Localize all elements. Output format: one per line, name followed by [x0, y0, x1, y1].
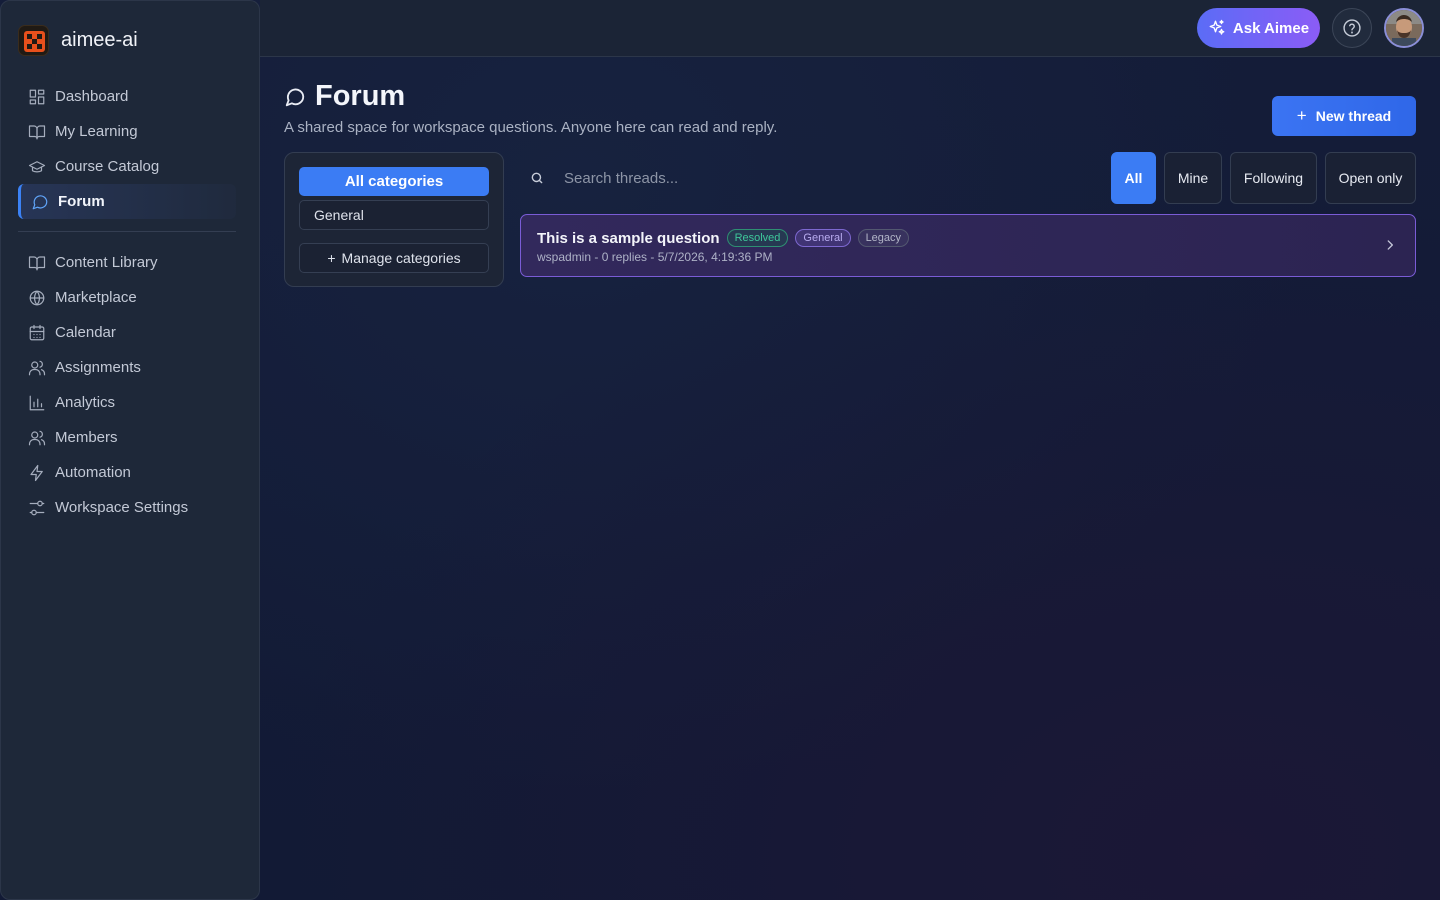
thread-meta: wspadmin - 0 replies - 5/7/2026, 4:19:36…: [537, 250, 773, 264]
thread-title: This is a sample question: [537, 229, 720, 247]
sidebar-item-label: Content Library: [55, 254, 158, 271]
book-open-icon: [28, 124, 46, 139]
sidebar-item-analytics[interactable]: Analytics: [18, 385, 236, 420]
sidebar-item-label: Members: [55, 429, 118, 446]
graduation-cap-icon: [28, 160, 46, 172]
topbar: Ask Aimee: [260, 0, 1440, 57]
manage-categories-button[interactable]: + Manage categories: [299, 243, 489, 273]
filter-open-only[interactable]: Open only: [1325, 152, 1416, 204]
sidebar-item-calendar[interactable]: Calendar: [18, 315, 236, 350]
sidebar-item-marketplace[interactable]: Marketplace: [18, 280, 236, 315]
plus-icon: +: [327, 250, 336, 266]
sidebar-item-label: Course Catalog: [55, 158, 160, 175]
book-open-icon: [28, 255, 46, 270]
dashboard-icon: [29, 89, 45, 104]
help-button[interactable]: [1332, 8, 1372, 48]
calendar-icon: [29, 324, 45, 340]
users-icon: [28, 360, 46, 375]
message-circle-icon: [285, 88, 305, 106]
category-all-button[interactable]: All categories: [299, 167, 489, 196]
sidebar-item-content-library[interactable]: Content Library: [18, 245, 236, 280]
plus-icon: +: [1296, 106, 1307, 125]
sidebar-item-forum[interactable]: Forum: [18, 184, 236, 219]
primary-nav: Dashboard My Learning Course Catalog For…: [18, 79, 236, 219]
search-icon: [531, 172, 543, 184]
page-subtitle: A shared space for workspace questions. …: [284, 119, 778, 136]
bar-chart-icon: [29, 395, 45, 410]
sparkles-icon: [1209, 19, 1225, 35]
category-badge: General: [795, 229, 851, 247]
sidebar-item-label: My Learning: [55, 123, 138, 140]
sidebar-item-label: Dashboard: [55, 88, 129, 105]
users-icon: [28, 430, 46, 445]
sidebar-item-course-catalog[interactable]: Course Catalog: [18, 149, 236, 184]
sidebar-divider: [18, 231, 236, 232]
sidebar: aimee-ai Dashboard My Learning Course Ca…: [0, 0, 260, 900]
sidebar-item-label: Forum: [58, 193, 105, 210]
sidebar-item-members[interactable]: Members: [18, 420, 236, 455]
sliders-icon: [29, 500, 45, 515]
new-thread-button[interactable]: + New thread: [1272, 96, 1416, 136]
sidebar-item-label: Marketplace: [55, 289, 137, 306]
filter-mine[interactable]: Mine: [1164, 152, 1222, 204]
filter-all[interactable]: All: [1111, 152, 1156, 204]
page-title-text: Forum: [315, 80, 406, 112]
message-circle-icon: [32, 194, 48, 209]
new-thread-label: New thread: [1315, 108, 1392, 124]
manage-categories-label: Manage categories: [341, 250, 461, 266]
sidebar-item-dashboard[interactable]: Dashboard: [18, 79, 236, 114]
sidebar-item-assignments[interactable]: Assignments: [18, 350, 236, 385]
ask-aimee-label: Ask Aimee: [1232, 19, 1310, 37]
search-input[interactable]: [520, 160, 1100, 196]
sidebar-item-automation[interactable]: Automation: [18, 455, 236, 490]
category-general-button[interactable]: General: [299, 200, 489, 230]
chevron-right-icon: [1387, 240, 1393, 250]
filter-following[interactable]: Following: [1230, 152, 1317, 204]
brand[interactable]: aimee-ai: [18, 25, 138, 56]
zap-icon: [30, 464, 43, 481]
sidebar-item-label: Analytics: [55, 394, 116, 411]
ask-aimee-button[interactable]: Ask Aimee: [1197, 8, 1320, 48]
legacy-badge: Legacy: [857, 229, 910, 247]
user-avatar[interactable]: [1384, 8, 1424, 48]
sidebar-item-label: Workspace Settings: [55, 499, 189, 516]
sidebar-item-workspace-settings[interactable]: Workspace Settings: [18, 490, 236, 525]
sidebar-item-label: Calendar: [55, 324, 116, 341]
thread-row[interactable]: This is a sample question Resolved Gener…: [520, 214, 1416, 277]
brand-logo-icon: [18, 25, 49, 56]
sidebar-item-label: Automation: [55, 464, 131, 481]
search-bar: [520, 160, 1100, 196]
status-badge: Resolved: [726, 229, 789, 247]
sidebar-item-my-learning[interactable]: My Learning: [18, 114, 236, 149]
help-circle-icon: [1343, 19, 1361, 37]
avatar-image: [1386, 10, 1422, 46]
globe-icon: [29, 290, 45, 305]
categories-panel: All categories General + Manage categori…: [284, 152, 504, 287]
sidebar-item-label: Assignments: [55, 359, 141, 376]
secondary-nav: Content Library Marketplace Calendar Ass…: [18, 245, 236, 525]
page-title: Forum: [284, 80, 405, 113]
thread-title-row: This is a sample question Resolved Gener…: [537, 229, 916, 247]
brand-name: aimee-ai: [61, 29, 138, 51]
